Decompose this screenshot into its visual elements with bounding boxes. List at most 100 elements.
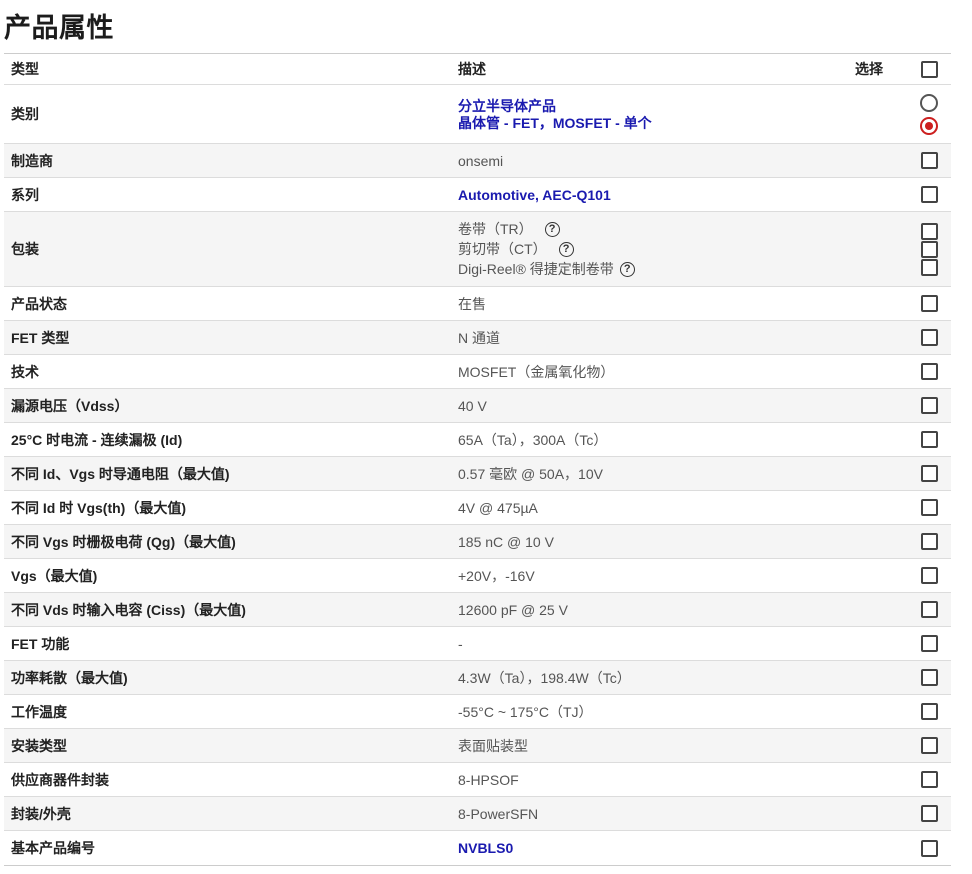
- table-row: 漏源电压（Vdss） 40 V: [4, 389, 951, 423]
- category-radio[interactable]: [920, 93, 938, 112]
- row-checkbox[interactable]: [920, 397, 938, 414]
- packaging-checkbox[interactable]: [920, 240, 938, 258]
- table-row: 系列 Automotive, AEC-Q101: [4, 178, 951, 212]
- row-label: 制造商: [11, 152, 53, 169]
- row-value: 表面贴装型: [458, 737, 528, 754]
- row-checkbox[interactable]: [920, 431, 938, 448]
- row-checkbox[interactable]: [920, 465, 938, 482]
- row-value: 8-PowerSFN: [458, 805, 539, 822]
- packaging-option: 剪切带（CT）: [458, 241, 547, 257]
- help-icon[interactable]: ?: [619, 261, 635, 277]
- row-value: 4V @ 475µA: [458, 499, 538, 516]
- row-label: 封装/外壳: [11, 805, 71, 822]
- category-option-link[interactable]: 晶体管 - FET，MOSFET - 单个: [458, 115, 855, 132]
- select-all-checkbox[interactable]: [920, 60, 938, 78]
- packaging-option: Digi-Reel® 得捷定制卷带: [458, 261, 614, 277]
- row-value: 0.57 毫欧 @ 50A，10V: [458, 465, 603, 482]
- row-value: 12600 pF @ 25 V: [458, 601, 568, 618]
- table-row: 功率耗散（最大值) 4.3W（Ta），198.4W（Tc）: [4, 661, 951, 695]
- table-row-category: 类别 分立半导体产品 晶体管 - FET，MOSFET - 单个: [4, 85, 951, 144]
- row-checkbox[interactable]: [920, 295, 938, 312]
- row-checkbox[interactable]: [920, 567, 938, 584]
- row-value: 40 V: [458, 397, 487, 414]
- help-icon[interactable]: ?: [558, 241, 574, 257]
- row-label: FET 类型: [11, 329, 70, 346]
- packaging-checkbox[interactable]: [920, 222, 938, 240]
- row-value: 4.3W（Ta），198.4W（Tc）: [458, 669, 631, 686]
- row-label: 系列: [11, 186, 39, 203]
- row-label: 类别: [11, 106, 39, 122]
- row-checkbox[interactable]: [920, 186, 938, 203]
- category-radio-selected[interactable]: [920, 116, 938, 135]
- row-checkbox[interactable]: [920, 805, 938, 822]
- page-title: 产品属性: [4, 13, 114, 43]
- row-label: 工作温度: [11, 703, 67, 720]
- row-label: 包装: [11, 241, 39, 257]
- packaging-checkbox[interactable]: [920, 258, 938, 276]
- table-row: 不同 Id、Vgs 时导通电阻（最大值) 0.57 毫欧 @ 50A，10V: [4, 457, 951, 491]
- row-checkbox[interactable]: [920, 839, 938, 857]
- row-checkbox[interactable]: [920, 669, 938, 686]
- table-row: 封装/外壳 8-PowerSFN: [4, 797, 951, 831]
- row-checkbox[interactable]: [920, 635, 938, 652]
- row-checkbox[interactable]: [920, 737, 938, 754]
- packaging-option: 卷带（TR）: [458, 221, 533, 237]
- row-label: 供应商器件封装: [11, 771, 109, 788]
- table-row: 产品状态 在售: [4, 287, 951, 321]
- row-label: 不同 Id、Vgs 时导通电阻（最大值): [11, 465, 230, 482]
- table-row: 不同 Id 时 Vgs(th)（最大值) 4V @ 475µA: [4, 491, 951, 525]
- row-value: -55°C ~ 175°C（TJ）: [458, 703, 593, 720]
- row-label: 不同 Vgs 时栅极电荷 (Qg)（最大值): [11, 533, 236, 550]
- row-label: 基本产品编号: [11, 840, 95, 856]
- header-select: 选择: [855, 61, 883, 77]
- table-row: 制造商 onsemi: [4, 144, 951, 178]
- product-attributes-table: 类型 描述 选择 类别 分立半导体产品 晶体管 - FET，MOSFET - 单…: [4, 53, 951, 866]
- row-value: 8-HPSOF: [458, 771, 519, 788]
- table-row: 安装类型 表面贴装型: [4, 729, 951, 763]
- row-label: 安装类型: [11, 737, 67, 754]
- row-checkbox[interactable]: [920, 533, 938, 550]
- row-checkbox[interactable]: [920, 152, 938, 169]
- row-value: 185 nC @ 10 V: [458, 533, 554, 550]
- help-icon[interactable]: ?: [544, 221, 560, 237]
- row-label: 25°C 时电流 - 连续漏极 (Id): [11, 431, 183, 448]
- table-row: FET 类型 N 通道: [4, 321, 951, 355]
- table-row: 不同 Vds 时输入电容 (Ciss)（最大值) 12600 pF @ 25 V: [4, 593, 951, 627]
- table-row: FET 功能 -: [4, 627, 951, 661]
- table-row: 供应商器件封装 8-HPSOF: [4, 763, 951, 797]
- row-value: +20V，-16V: [458, 567, 535, 584]
- series-link[interactable]: Automotive, AEC-Q101: [450, 186, 855, 204]
- table-row: 基本产品编号 NVBLS0: [4, 831, 951, 865]
- row-checkbox[interactable]: [920, 363, 938, 380]
- row-value: 在售: [458, 295, 486, 312]
- row-label: 技术: [11, 363, 39, 380]
- row-label: FET 功能: [11, 635, 70, 652]
- table-row: 技术 MOSFET（金属氧化物）: [4, 355, 951, 389]
- row-checkbox[interactable]: [920, 601, 938, 618]
- row-value: -: [458, 635, 463, 652]
- row-label: 不同 Id 时 Vgs(th)（最大值): [11, 499, 186, 516]
- row-label: 功率耗散（最大值): [11, 669, 128, 686]
- row-checkbox[interactable]: [920, 771, 938, 788]
- row-label: 不同 Vds 时输入电容 (Ciss)（最大值): [11, 601, 246, 618]
- header-desc: 描述: [458, 61, 486, 77]
- row-value: MOSFET（金属氧化物）: [458, 363, 615, 380]
- row-value: 65A（Ta），300A（Tc）: [458, 431, 608, 448]
- row-checkbox[interactable]: [920, 329, 938, 346]
- row-label: 漏源电压（Vdss）: [11, 397, 129, 414]
- row-value: onsemi: [458, 152, 504, 169]
- base-product-number-link[interactable]: NVBLS0: [450, 839, 855, 857]
- row-value: N 通道: [458, 329, 500, 346]
- header-type: 类型: [11, 61, 39, 77]
- table-row-packaging: 包装 卷带（TR）? 剪切带（CT）? Digi-Reel® 得捷定制卷带?: [4, 212, 951, 287]
- table-row: 25°C 时电流 - 连续漏极 (Id) 65A（Ta），300A（Tc）: [4, 423, 951, 457]
- table-row: Vgs（最大值) +20V，-16V: [4, 559, 951, 593]
- row-checkbox[interactable]: [920, 703, 938, 720]
- category-option-link[interactable]: 分立半导体产品: [458, 98, 855, 115]
- row-checkbox[interactable]: [920, 499, 938, 516]
- table-row: 不同 Vgs 时栅极电荷 (Qg)（最大值) 185 nC @ 10 V: [4, 525, 951, 559]
- table-header: 类型 描述 选择: [4, 54, 951, 85]
- row-label: 产品状态: [11, 295, 67, 312]
- table-row: 工作温度 -55°C ~ 175°C（TJ）: [4, 695, 951, 729]
- row-label: Vgs（最大值): [11, 567, 98, 584]
